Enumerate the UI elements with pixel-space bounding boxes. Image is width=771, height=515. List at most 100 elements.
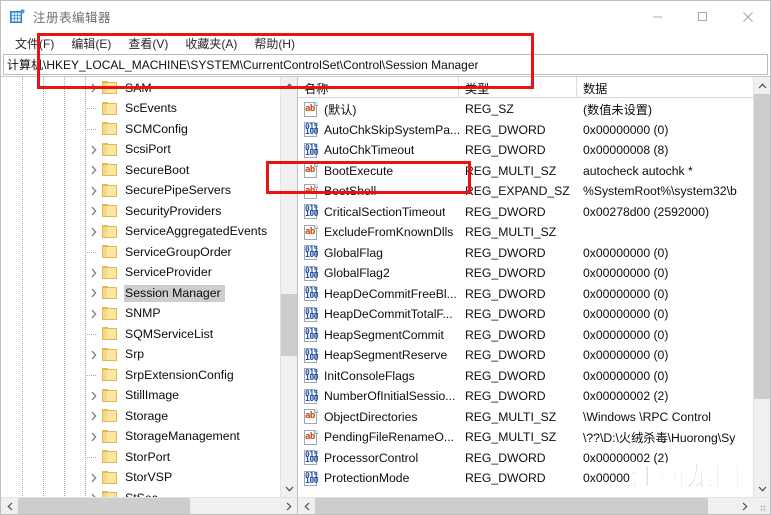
- tree-leaf-connector: [86, 365, 102, 385]
- value-row[interactable]: ab BootExecute REG_MULTI_SZ autocheck autoc…: [298, 161, 753, 182]
- tree-item-storport[interactable]: StorPort: [1, 447, 280, 468]
- tree-item-srpextensionconfig[interactable]: SrpExtensionConfig: [1, 365, 280, 386]
- tree-scrollbar-thumb[interactable]: [281, 294, 297, 356]
- tree-item-snmp[interactable]: SNMP: [1, 304, 280, 325]
- value-row[interactable]: 011 100 NumberOfInitialSessio... REG_DWORD 0…: [298, 386, 753, 407]
- address-bar[interactable]: 计算机\HKEY_LOCAL_MACHINE\SYSTEM\CurrentCon…: [3, 54, 768, 75]
- tree-scrollbar-track[interactable]: [281, 94, 297, 480]
- value-row[interactable]: 011 100 GlobalFlag2 REG_DWORD 0x00000000 (0): [298, 263, 753, 284]
- menu-item-edit[interactable]: 编辑(E): [63, 33, 120, 54]
- chevron-right-icon[interactable]: [86, 181, 102, 201]
- tree-item-session-manager[interactable]: Session Manager: [1, 283, 280, 304]
- chevron-right-icon[interactable]: [86, 468, 102, 488]
- menu-item-view[interactable]: 查看(V): [120, 33, 177, 54]
- tree-item-scsiport[interactable]: ScsiPort: [1, 140, 280, 161]
- registry-values-list[interactable]: ab (默认) REG_SZ (数值未设置) 011 100 AutoChkSkipSyst…: [298, 98, 753, 497]
- tree-item-servicegrouporder[interactable]: ServiceGroupOrder: [1, 242, 280, 263]
- string-value-icon: ab: [303, 409, 319, 425]
- chevron-right-icon[interactable]: [86, 304, 102, 324]
- tree-item-label: SecurityProviders: [125, 203, 222, 218]
- values-scroll-down-button[interactable]: [754, 480, 770, 497]
- tree-item-label: StorageManagement: [125, 429, 240, 444]
- tree-item-securepipeservers[interactable]: SecurePipeServers: [1, 181, 280, 202]
- tree-item-serviceprovider[interactable]: ServiceProvider: [1, 263, 280, 284]
- tree-item-stillimage[interactable]: StillImage: [1, 386, 280, 407]
- tree-item-storagemanagement[interactable]: StorageManagement: [1, 427, 280, 448]
- chevron-right-icon[interactable]: [86, 160, 102, 180]
- menu-item-help[interactable]: 帮助(H): [246, 33, 304, 54]
- chevron-right-icon[interactable]: [86, 406, 102, 426]
- column-header-data[interactable]: 数据: [577, 77, 753, 98]
- values-vertical-scrollbar[interactable]: [753, 77, 770, 497]
- value-row[interactable]: ab ExcludeFromKnownDlls REG_MULTI_SZ: [298, 222, 753, 243]
- tree-scroll-right-button[interactable]: [280, 498, 297, 515]
- value-row[interactable]: 011 100 GlobalFlag REG_DWORD 0x00000000 (0): [298, 243, 753, 264]
- chevron-right-icon[interactable]: [86, 78, 102, 98]
- value-name-cell: 011 100 ProtectionMode: [298, 470, 459, 486]
- value-row[interactable]: 011 100 ProtectionMode REG_DWORD 0x00000: [298, 468, 753, 489]
- tree-hscrollbar-thumb[interactable]: [18, 497, 190, 514]
- value-row[interactable]: 011 100 HeapSegmentCommit REG_DWORD 0x000000…: [298, 325, 753, 346]
- chevron-right-icon[interactable]: [86, 201, 102, 221]
- tree-item-serviceaggregatedevents[interactable]: ServiceAggregatedEvents: [1, 222, 280, 243]
- chevron-right-icon[interactable]: [86, 386, 102, 406]
- maximize-button[interactable]: [680, 1, 725, 32]
- value-row[interactable]: ab PendingFileRenameO... REG_MULTI_SZ \??\D…: [298, 427, 753, 448]
- value-row[interactable]: ab (默认) REG_SZ (数值未设置): [298, 99, 753, 120]
- value-row[interactable]: 011 100 HeapSegmentReserve REG_DWORD 0x00000…: [298, 345, 753, 366]
- tree-item-secureboot[interactable]: SecureBoot: [1, 160, 280, 181]
- chevron-right-icon[interactable]: [86, 427, 102, 447]
- close-button[interactable]: [725, 1, 770, 32]
- value-row[interactable]: 011 100 HeapDeCommitTotalF... REG_DWORD 0x00…: [298, 304, 753, 325]
- tree-item-sqmservicelist[interactable]: SQMServiceList: [1, 324, 280, 345]
- tree-item-securityproviders[interactable]: SecurityProviders: [1, 201, 280, 222]
- value-row[interactable]: 011 100 HeapDeCommitFreeBl... REG_DWORD 0x00…: [298, 284, 753, 305]
- tree-item-scevents[interactable]: ScEvents: [1, 99, 280, 120]
- value-type: REG_DWORD: [465, 122, 546, 137]
- tree-scroll-down-button[interactable]: [281, 480, 297, 497]
- values-hscrollbar-track[interactable]: [315, 497, 736, 514]
- value-row[interactable]: 011 100 ProcessorControl REG_DWORD 0x0000000…: [298, 448, 753, 469]
- chevron-right-icon[interactable]: [86, 140, 102, 160]
- registry-key-tree[interactable]: SAM ScEvents SCMConfig ScsiPort SecureBoot Se…: [1, 77, 280, 497]
- values-scroll-left-button[interactable]: [298, 498, 315, 515]
- value-row[interactable]: ab BootShell REG_EXPAND_SZ %SystemRoot%\sys…: [298, 181, 753, 202]
- resize-grip[interactable]: [753, 498, 770, 515]
- column-header-type[interactable]: 类型: [459, 77, 577, 98]
- tree-horizontal-scrollbar[interactable]: [1, 497, 297, 514]
- value-type: REG_MULTI_SZ: [465, 430, 557, 445]
- minimize-button[interactable]: [635, 1, 680, 32]
- chevron-right-icon[interactable]: [86, 222, 102, 242]
- tree-hscrollbar-track[interactable]: [18, 497, 280, 514]
- values-scroll-up-button[interactable]: [754, 77, 770, 94]
- values-scrollbar-track[interactable]: [754, 94, 770, 480]
- column-header-name[interactable]: 名称: [298, 77, 459, 98]
- value-name: AutoChkSkipSystemPa...: [324, 122, 459, 137]
- tree-scroll-left-button[interactable]: [1, 498, 18, 515]
- values-scroll-right-button[interactable]: [736, 498, 753, 515]
- tree-item-srp[interactable]: Srp: [1, 345, 280, 366]
- value-row[interactable]: ab ObjectDirectories REG_MULTI_SZ \Windows …: [298, 407, 753, 428]
- chevron-right-icon[interactable]: [86, 263, 102, 283]
- value-type: REG_DWORD: [465, 471, 546, 486]
- value-row[interactable]: 011 100 AutoChkSkipSystemPa... REG_DWORD 0x0…: [298, 120, 753, 141]
- tree-item-sam[interactable]: SAM: [1, 78, 280, 99]
- values-hscrollbar-thumb[interactable]: [315, 497, 708, 514]
- chevron-right-icon[interactable]: [86, 488, 102, 497]
- value-row[interactable]: 011 100 AutoChkTimeout REG_DWORD 0x00000008 …: [298, 140, 753, 161]
- chevron-right-icon[interactable]: [86, 345, 102, 365]
- values-horizontal-scrollbar[interactable]: [298, 497, 770, 514]
- tree-item-scmconfig[interactable]: SCMConfig: [1, 119, 280, 140]
- values-scrollbar-thumb[interactable]: [754, 94, 770, 399]
- tree-item-storvsp[interactable]: StorVSP: [1, 468, 280, 489]
- tree-item-storage[interactable]: Storage: [1, 406, 280, 427]
- menu-item-file[interactable]: 文件(F): [7, 33, 63, 54]
- value-name-cell: ab (默认): [298, 100, 459, 118]
- chevron-right-icon[interactable]: [86, 283, 102, 303]
- tree-scroll-up-button[interactable]: [281, 77, 297, 94]
- value-row[interactable]: 011 100 CriticalSectionTimeout REG_DWORD 0x0…: [298, 202, 753, 223]
- value-row[interactable]: 011 100 InitConsoleFlags REG_DWORD 0x0000000…: [298, 366, 753, 387]
- menu-item-favorites[interactable]: 收藏夹(A): [177, 33, 246, 54]
- tree-vertical-scrollbar[interactable]: [280, 77, 297, 497]
- tree-item-stsec[interactable]: StSec: [1, 488, 280, 497]
